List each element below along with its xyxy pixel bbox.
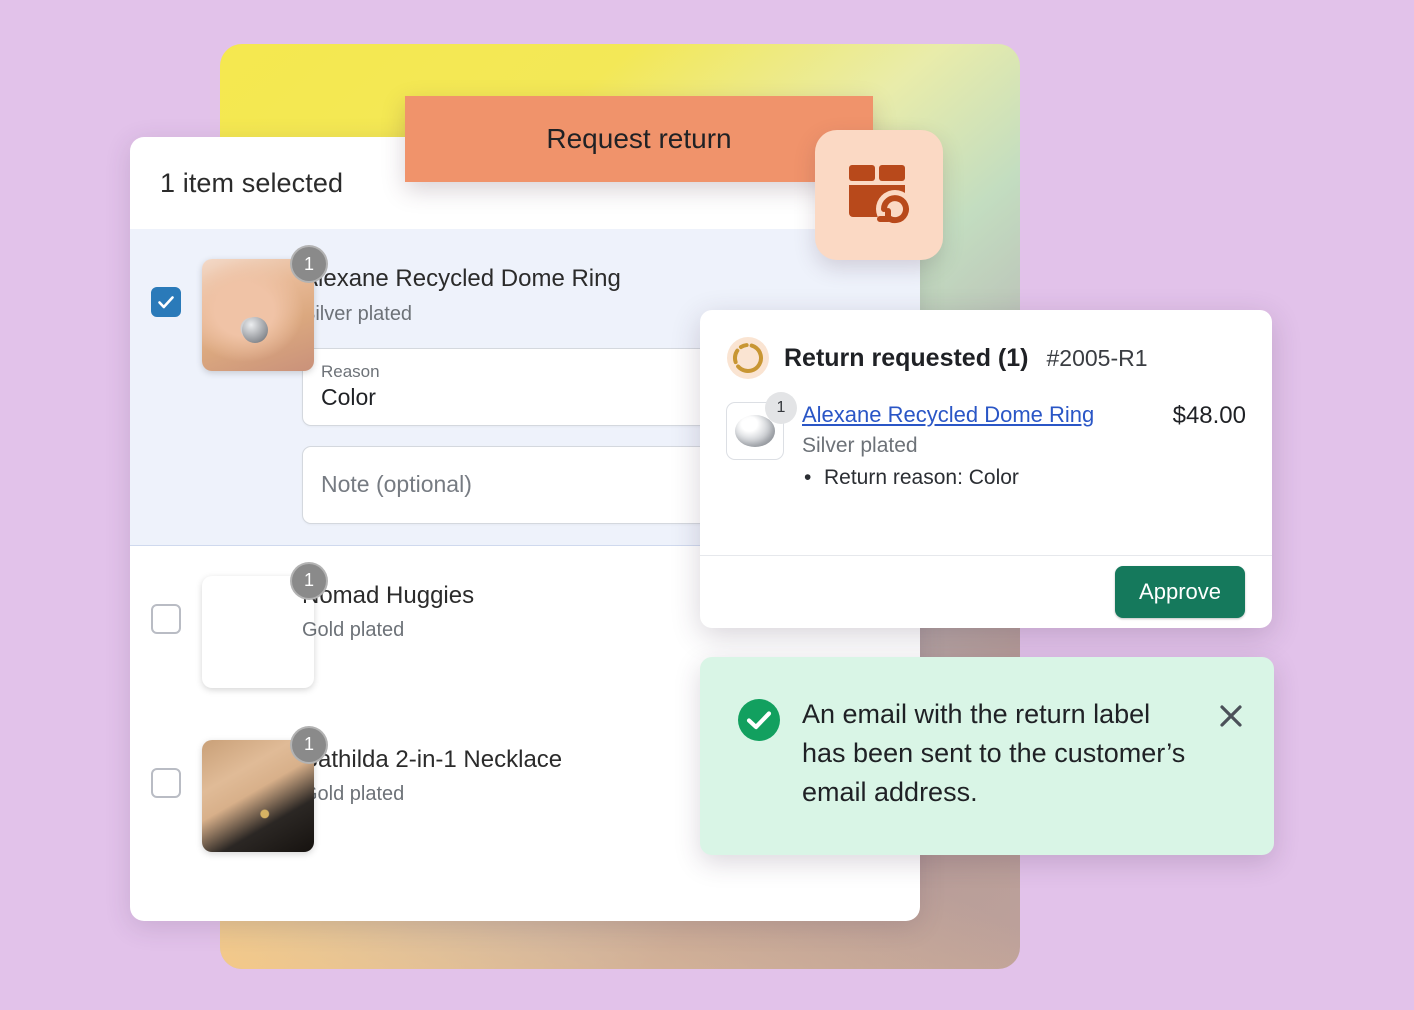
box-return-icon-tile [815,130,943,260]
row-checkbox-cell [130,568,202,688]
toast-close-button[interactable] [1214,699,1248,733]
close-icon [1220,705,1242,727]
return-product-variant: Silver plated [802,434,918,457]
row-thumbnail-cell: 1 [202,561,328,688]
quantity-badge: 1 [290,561,328,600]
return-panel-footer: Approve [700,555,1272,628]
return-requested-panel: Return requested (1) #2005-R1 1 Alexane … [700,310,1272,628]
screen: 1 item selected 1 Alexane Recycled Dome … [0,0,1414,1010]
success-check-icon [738,699,780,741]
success-toast: An email with the return label has been … [700,657,1274,855]
return-product-price: $48.00 [1172,402,1246,429]
row-checkbox-bathilda-2-in-1-necklace[interactable] [151,767,181,798]
row-checkbox-cell [130,732,202,852]
return-order-number: #2005-R1 [1046,344,1148,371]
row-checkbox-cell [130,251,202,524]
approve-button[interactable]: Approve [1115,566,1245,618]
product-title: Alexane Recycled Dome Ring [302,265,621,292]
return-requested-status-icon [727,337,769,379]
quantity-badge: 1 [290,725,328,764]
request-return-button[interactable]: Request return [405,96,873,182]
row-checkbox-alexane-recycled-dome-ring[interactable] [151,287,181,317]
return-product-thumbnail: 1 [726,392,797,460]
return-product-info: Alexane Recycled Dome Ring Silver plated… [802,402,1145,490]
return-panel-header: Return requested (1) #2005-R1 [700,310,1272,380]
row-thumbnail-cell: 1 [202,725,328,852]
selected-count-label: 1 item selected [160,167,344,198]
toast-message: An email with the return label has been … [802,699,1186,808]
return-reason-text: Return reason: Color [802,466,1145,490]
return-line-item: 1 Alexane Recycled Dome Ring Silver plat… [700,380,1272,490]
row-checkbox-nomad-huggies[interactable] [151,603,181,634]
row-thumbnail-cell: 1 [202,245,328,524]
quantity-badge: 1 [765,392,797,424]
return-product-link[interactable]: Alexane Recycled Dome Ring [802,402,1094,428]
return-panel-title: Return requested (1) [784,343,1029,372]
quantity-badge: 1 [290,245,328,283]
box-return-icon [849,165,914,228]
check-icon [158,296,174,309]
